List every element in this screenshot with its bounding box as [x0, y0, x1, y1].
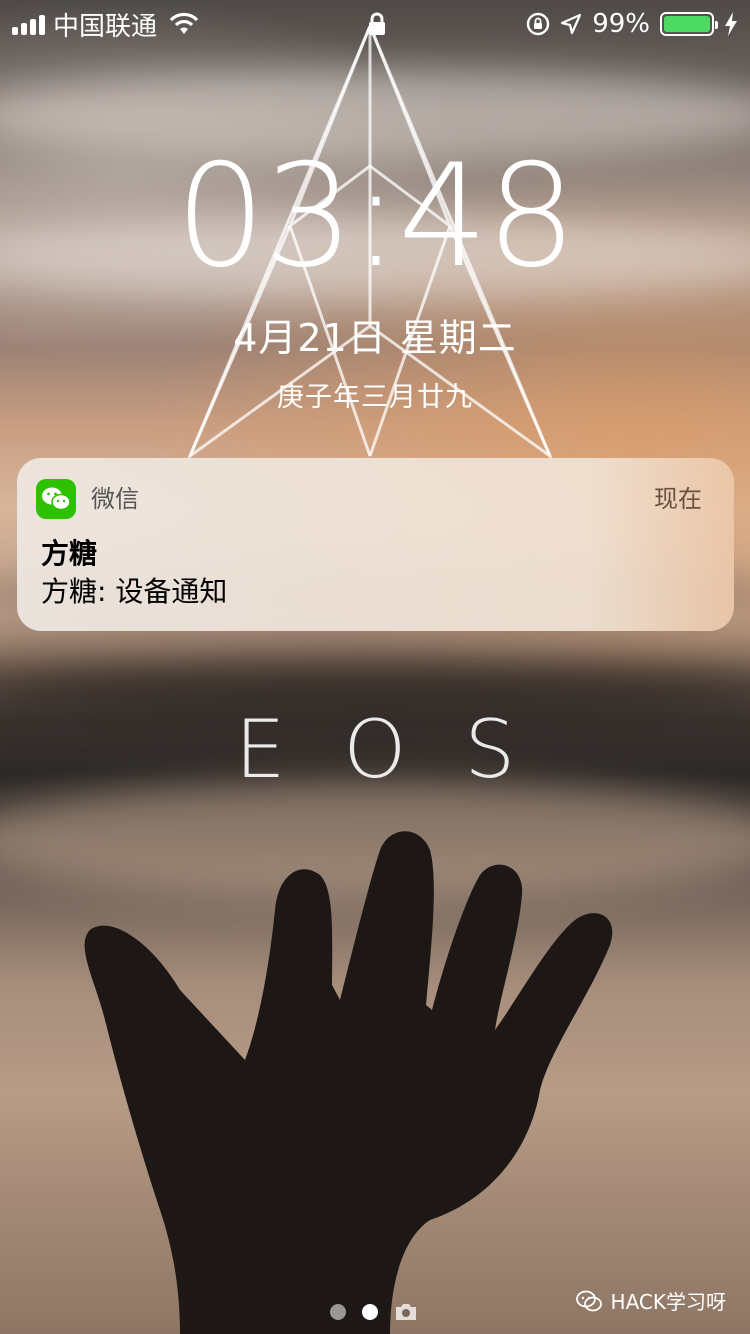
watermark-text: HACK学习呀: [610, 1290, 726, 1314]
charging-icon: [725, 12, 737, 36]
lunar-date: 庚子年三月廿九: [277, 382, 473, 413]
wechat-icon: [575, 1290, 602, 1311]
wechat-notification[interactable]: 微信 现在 方糖 方糖: 设备通知: [17, 458, 734, 631]
wifi-icon: [169, 12, 199, 34]
location-icon: [561, 13, 582, 35]
wallpaper-eos-text: EOS: [234, 703, 574, 796]
watermark: HACK学习呀: [575, 1286, 726, 1315]
notification-time: 现在: [654, 485, 702, 513]
page-dot[interactable]: [330, 1304, 346, 1320]
signal-icon: [12, 13, 45, 35]
lock-screen-time: 03:48: [175, 134, 576, 299]
notification-title: 方糖: [41, 537, 98, 570]
lock-screen-date: 4月21日 星期二: [233, 316, 517, 360]
page-indicator[interactable]: [330, 1303, 418, 1321]
notification-app-name: 微信: [91, 485, 139, 513]
orientation-lock-icon: [527, 12, 550, 36]
battery-icon: [660, 12, 718, 36]
camera-icon[interactable]: [394, 1303, 418, 1321]
wechat-icon: [36, 479, 76, 519]
status-bar: 中国联通 99%: [0, 0, 750, 48]
page-dot-active[interactable]: [362, 1304, 378, 1320]
carrier-name: 中国联通: [53, 11, 158, 42]
battery-percent: 99%: [592, 9, 650, 39]
hand-silhouette: [84, 831, 613, 1334]
notification-body: 方糖: 设备通知: [41, 575, 228, 608]
lock-icon: [369, 12, 385, 35]
